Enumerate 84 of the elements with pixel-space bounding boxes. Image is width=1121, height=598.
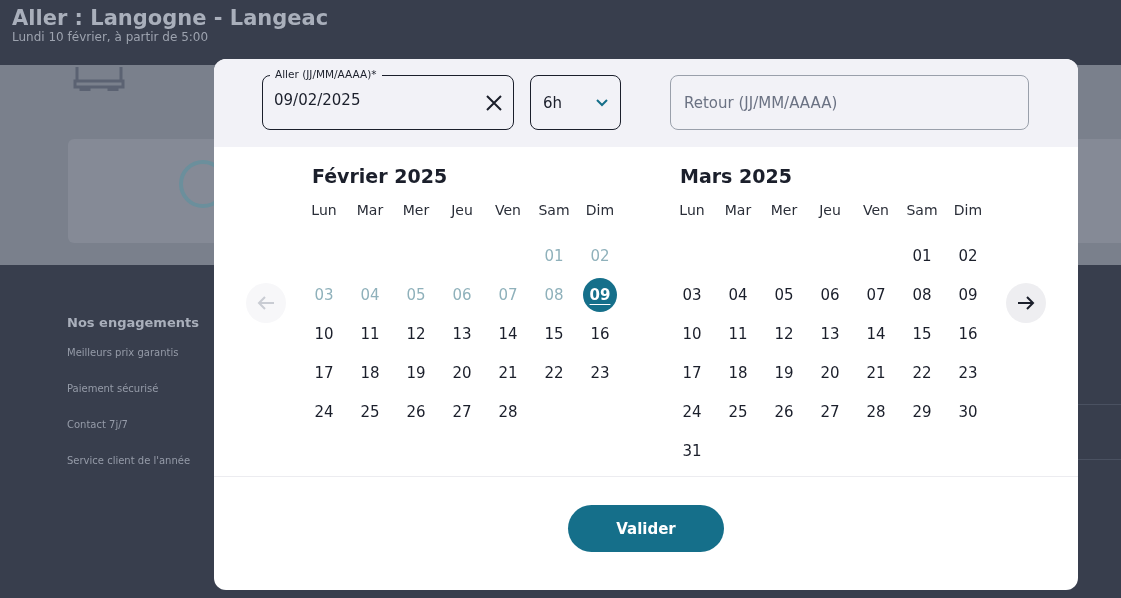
calendar-day[interactable]: 26	[399, 394, 433, 429]
weekday-label: Mer	[769, 201, 799, 220]
calendar-day[interactable]: 01	[905, 238, 939, 273]
calendar-day[interactable]: 05	[767, 277, 801, 312]
calendar-day[interactable]: 10	[675, 316, 709, 351]
footer-link[interactable]: Paiement sécurisé	[67, 383, 217, 394]
calendar-day[interactable]: 12	[767, 316, 801, 351]
weekday-label: Jeu	[817, 201, 842, 220]
calendar-day[interactable]: 24	[307, 394, 341, 429]
calendar-day[interactable]: 12	[399, 316, 433, 351]
calendar-day[interactable]: 29	[905, 394, 939, 429]
calendar-day[interactable]: 19	[399, 355, 433, 390]
weekday-label: Mar	[355, 201, 385, 220]
page-subtitle: Lundi 10 février, à partir de 5:00	[12, 30, 210, 44]
calendar-day[interactable]: 22	[537, 355, 571, 390]
calendar-day[interactable]: 07	[859, 277, 893, 312]
page-title: Aller : Langogne - Langeac	[12, 6, 330, 30]
calendar-day[interactable]: 03	[675, 277, 709, 312]
calendar-day[interactable]: 22	[905, 355, 939, 390]
weekday-label: Sam	[537, 201, 571, 220]
outbound-date-field[interactable]: Aller (JJ/MM/AAAA)* 09/02/2025	[262, 67, 514, 130]
month-title: Février 2025	[312, 165, 449, 187]
calendar-day[interactable]: 13	[813, 316, 847, 351]
return-date-field[interactable]: Retour (JJ/MM/AAAA)	[670, 75, 1029, 130]
weekday-label: Mer	[401, 201, 431, 220]
calendar-day[interactable]: 30	[951, 394, 985, 429]
footer-heading: Nos engagements	[67, 315, 200, 330]
footer-link[interactable]: Meilleurs prix garantis	[67, 347, 217, 358]
chevron-down-icon	[596, 98, 608, 107]
calendar-day[interactable]: 09	[583, 277, 617, 312]
calendar-day[interactable]: 20	[813, 355, 847, 390]
calendar-day[interactable]: 16	[951, 316, 985, 351]
calendar-day[interactable]: 28	[491, 394, 525, 429]
calendar-day[interactable]: 23	[583, 355, 617, 390]
arrow-left-icon	[257, 295, 275, 311]
calendar-day[interactable]: 02	[951, 238, 985, 273]
weekday-label: Lun	[310, 201, 338, 220]
calendar-day[interactable]: 18	[353, 355, 387, 390]
calendar-day[interactable]: 08	[905, 277, 939, 312]
calendar-day[interactable]: 11	[353, 316, 387, 351]
calendar-day[interactable]: 19	[767, 355, 801, 390]
weekday-label: Dim	[584, 201, 616, 220]
calendar-day[interactable]: 31	[675, 433, 709, 468]
calendar-day[interactable]: 06	[813, 277, 847, 312]
calendar-day[interactable]: 28	[859, 394, 893, 429]
weekday-label: Sam	[905, 201, 939, 220]
calendar-day[interactable]: 27	[813, 394, 847, 429]
calendar-day[interactable]: 17	[307, 355, 341, 390]
calendar-day[interactable]: 09	[951, 277, 985, 312]
calendar-day[interactable]: 15	[537, 316, 571, 351]
validate-button[interactable]: Valider	[568, 505, 724, 552]
month-title: Mars 2025	[680, 165, 793, 187]
weekday-label: Lun	[678, 201, 706, 220]
calendar-day[interactable]: 17	[675, 355, 709, 390]
calendar-day[interactable]: 16	[583, 316, 617, 351]
calendar-day[interactable]: 04	[721, 277, 755, 312]
calendar-day[interactable]: 27	[445, 394, 479, 429]
weekday-label: Mar	[723, 201, 753, 220]
calendar-day[interactable]: 21	[859, 355, 893, 390]
calendar-day[interactable]: 25	[353, 394, 387, 429]
calendar-day[interactable]: 11	[721, 316, 755, 351]
calendar-day[interactable]: 26	[767, 394, 801, 429]
footer-link[interactable]: Service client de l'année	[67, 455, 217, 466]
calendar-day[interactable]: 14	[491, 316, 525, 351]
car-icon	[73, 65, 125, 91]
calendar-day[interactable]: 20	[445, 355, 479, 390]
calendar-day[interactable]: 25	[721, 394, 755, 429]
close-icon[interactable]	[486, 94, 502, 111]
weekday-label: Dim	[952, 201, 984, 220]
calendar-day[interactable]: 18	[721, 355, 755, 390]
calendar-day[interactable]: 15	[905, 316, 939, 351]
calendar-day[interactable]: 24	[675, 394, 709, 429]
weekday-label: Ven	[862, 201, 890, 220]
next-month-button[interactable]	[1006, 283, 1046, 323]
calendar-day[interactable]: 14	[859, 316, 893, 351]
weekday-label: Ven	[494, 201, 522, 220]
calendar-day[interactable]: 23	[951, 355, 985, 390]
weekday-label: Jeu	[449, 201, 474, 220]
calendar-day[interactable]: 13	[445, 316, 479, 351]
calendar-day[interactable]: 21	[491, 355, 525, 390]
time-select[interactable]: 6h	[530, 75, 621, 130]
arrow-right-icon	[1017, 295, 1035, 311]
footer-link[interactable]: Contact 7j/7	[67, 419, 217, 430]
calendar-day[interactable]: 10	[307, 316, 341, 351]
